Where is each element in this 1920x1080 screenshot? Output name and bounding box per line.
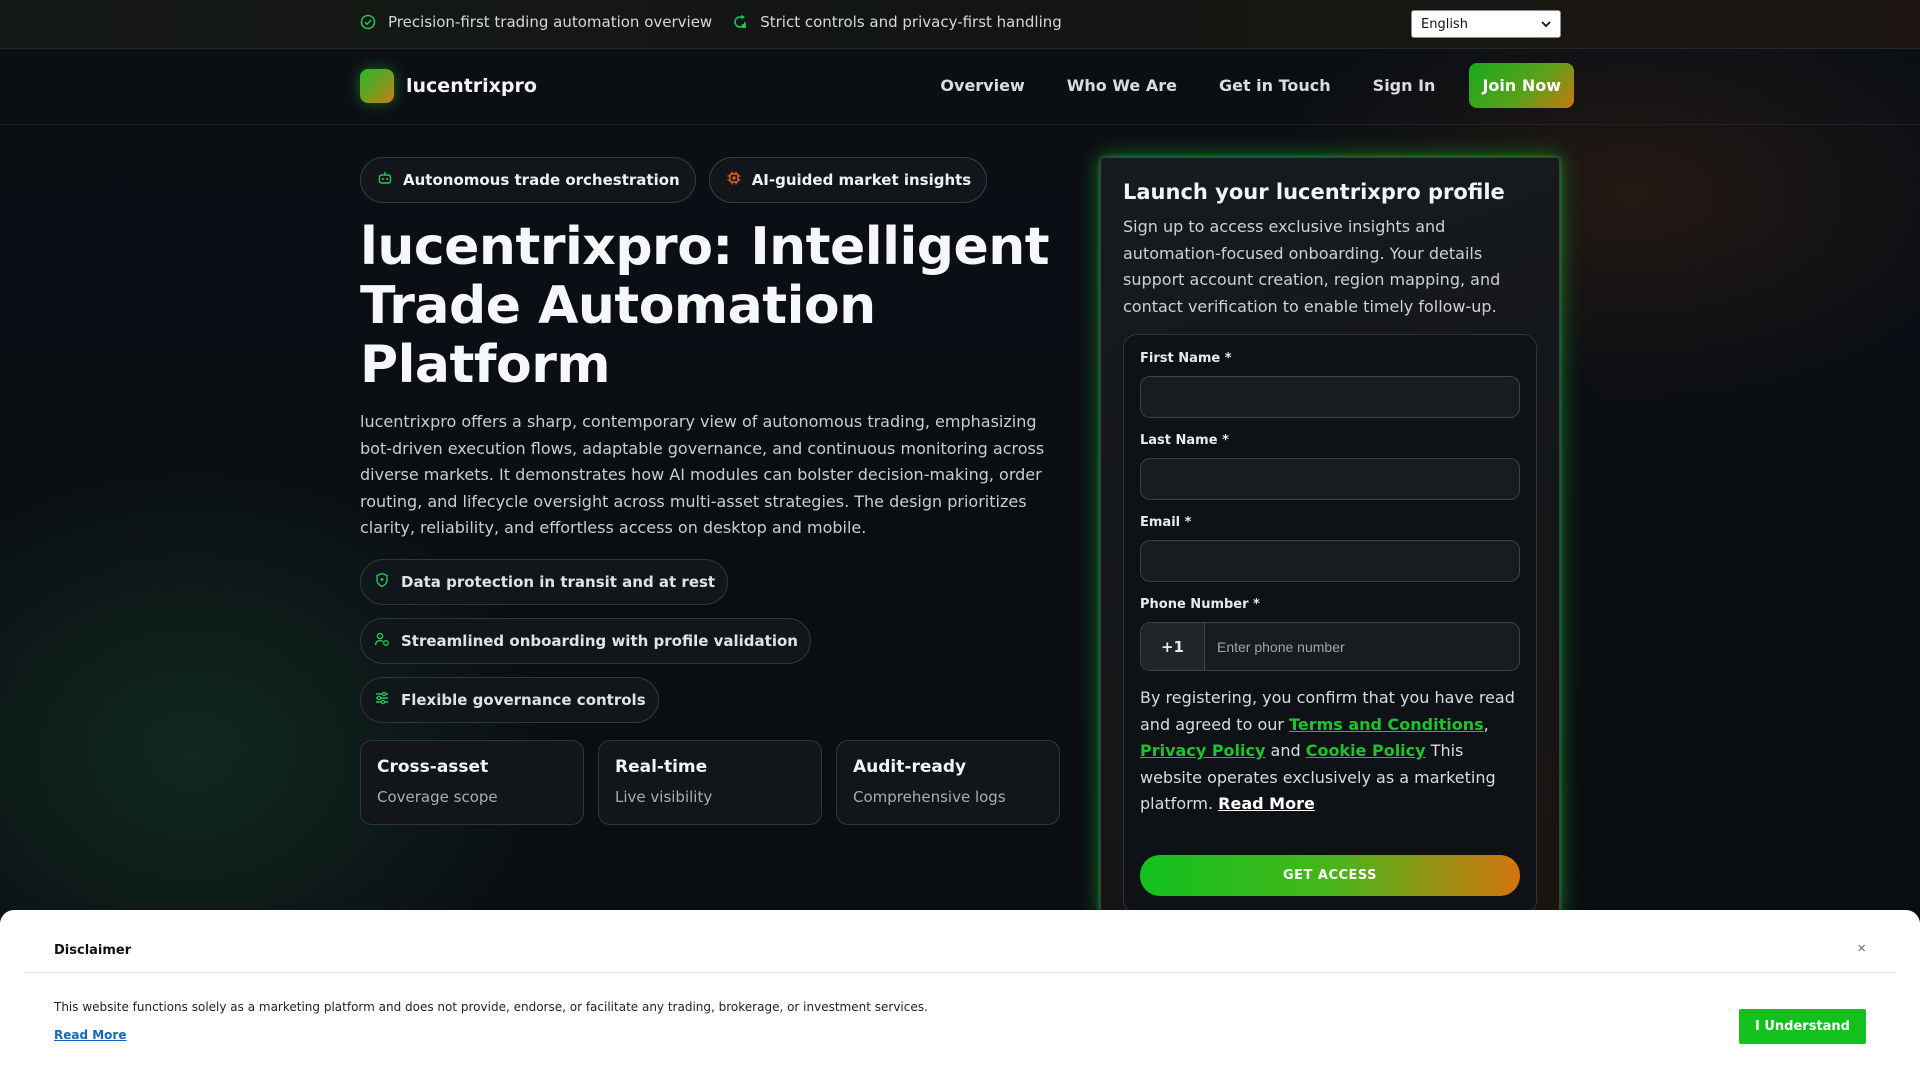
stat-title: Cross-asset — [377, 757, 489, 777]
join-now-button[interactable]: Join Now — [1469, 63, 1574, 108]
signup-card: Launch your lucentrixpro profile Sign up… — [1100, 157, 1560, 917]
page-title: lucentrixpro: Intelligent Trade Automati… — [360, 217, 1050, 395]
robot-icon — [377, 170, 393, 190]
chip-label: Autonomous trade orchestration — [403, 171, 680, 189]
check-circle-icon — [360, 14, 376, 30]
email-field[interactable] — [1140, 540, 1520, 582]
feature-label: Streamlined onboarding with profile vali… — [401, 632, 798, 650]
chip-icon — [726, 170, 742, 190]
email-label: Email * — [1140, 515, 1192, 530]
signup-form: First Name * Last Name * Email * Phone N… — [1123, 334, 1537, 914]
stat-subtitle: Comprehensive logs — [853, 788, 1006, 806]
hero-chips: Autonomous trade orchestration AI-guided… — [360, 157, 988, 203]
phone-field-group: +1 Enter phone number — [1140, 622, 1520, 671]
user-check-icon — [374, 631, 390, 651]
terms-link[interactable]: Terms and Conditions — [1289, 715, 1484, 734]
brand-logo-icon — [360, 69, 394, 103]
chip-autonomous: Autonomous trade orchestration — [360, 157, 696, 203]
chip-ai-insights: AI-guided market insights — [708, 157, 988, 203]
chevron-down-icon — [1541, 17, 1551, 32]
topbar-text: Precision-first trading automation overv… — [388, 13, 713, 31]
privacy-link[interactable]: Privacy Policy — [1140, 741, 1265, 760]
first-name-field[interactable] — [1140, 376, 1520, 418]
feature-onboarding: Streamlined onboarding with profile vali… — [360, 618, 811, 664]
cookie-link[interactable]: Cookie Policy — [1306, 741, 1426, 760]
brand-name: lucentrixpro — [406, 75, 537, 97]
disclaimer-banner: Disclaimer × This website functions sole… — [0, 910, 1920, 1080]
first-name-label: First Name * — [1140, 351, 1232, 366]
read-more-link[interactable]: Read More — [1218, 794, 1315, 813]
last-name-field[interactable] — [1140, 458, 1520, 500]
get-access-button[interactable]: GET ACCESS — [1140, 854, 1520, 896]
topbar-item-precision: Precision-first trading automation overv… — [360, 13, 712, 31]
nav-link-overview[interactable]: Overview — [940, 76, 1024, 95]
legal-and: and — [1265, 741, 1306, 760]
phone-number-input[interactable]: Enter phone number — [1205, 623, 1345, 670]
close-icon[interactable]: × — [1857, 940, 1866, 957]
nav-link-get-in-touch[interactable]: Get in Touch — [1219, 76, 1331, 95]
disclaimer-text: This website functions solely as a marke… — [54, 1000, 928, 1014]
top-info-bar: Precision-first trading automation overv… — [0, 0, 1920, 49]
disclaimer-read-more-link[interactable]: Read More — [54, 1028, 127, 1042]
brand[interactable]: lucentrixpro — [360, 69, 537, 103]
refresh-lock-icon — [732, 14, 748, 30]
chip-label: AI-guided market insights — [751, 171, 972, 189]
feature-list: Data protection in transit and at rest S… — [360, 559, 811, 723]
stat-card-cross-asset: Cross-asset Coverage scope — [360, 740, 584, 825]
stat-title: Real-time — [615, 757, 708, 777]
feature-data-protection: Data protection in transit and at rest — [360, 559, 729, 605]
topbar-text: Strict controls and privacy-first handli… — [760, 13, 1062, 31]
shield-icon — [374, 572, 390, 592]
main-navigation: lucentrixpro Overview Who We Are Get in … — [0, 49, 1920, 125]
topbar-item-controls: Strict controls and privacy-first handli… — [732, 13, 1062, 31]
signup-description: Sign up to access exclusive insights and… — [1123, 217, 1501, 316]
language-select[interactable]: English — [1411, 10, 1561, 38]
stat-title: Audit-ready — [853, 757, 967, 777]
legal-comma: , — [1483, 714, 1489, 734]
hero-description: lucentrixpro offers a sharp, contemporar… — [360, 412, 1045, 537]
stat-card-real-time: Real-time Live visibility — [598, 740, 822, 825]
sliders-icon — [374, 690, 390, 710]
feature-label: Data protection in transit and at rest — [401, 573, 716, 591]
phone-country-code[interactable]: +1 — [1141, 623, 1205, 670]
feature-governance: Flexible governance controls — [360, 677, 659, 723]
stats-row: Cross-asset Coverage scope Real-time Liv… — [360, 740, 1060, 825]
nav-link-sign-in[interactable]: Sign In — [1373, 76, 1436, 95]
divider — [24, 972, 1896, 973]
disclaimer-title: Disclaimer — [54, 943, 132, 958]
language-value: English — [1421, 16, 1468, 32]
stat-subtitle: Live visibility — [615, 788, 713, 806]
feature-label: Flexible governance controls — [401, 691, 646, 709]
phone-label: Phone Number * — [1140, 597, 1260, 612]
nav-link-who-we-are[interactable]: Who We Are — [1067, 76, 1177, 95]
nav-menu: Overview Who We Are Get in Touch Sign In… — [940, 63, 1574, 108]
signup-title: Launch your lucentrixpro profile — [1123, 180, 1505, 204]
i-understand-button[interactable]: I Understand — [1739, 1009, 1866, 1044]
stat-card-audit-ready: Audit-ready Comprehensive logs — [836, 740, 1060, 825]
stat-subtitle: Coverage scope — [377, 788, 498, 806]
last-name-label: Last Name * — [1140, 433, 1229, 448]
legal-text: By registering, you confirm that you hav… — [1140, 685, 1520, 818]
